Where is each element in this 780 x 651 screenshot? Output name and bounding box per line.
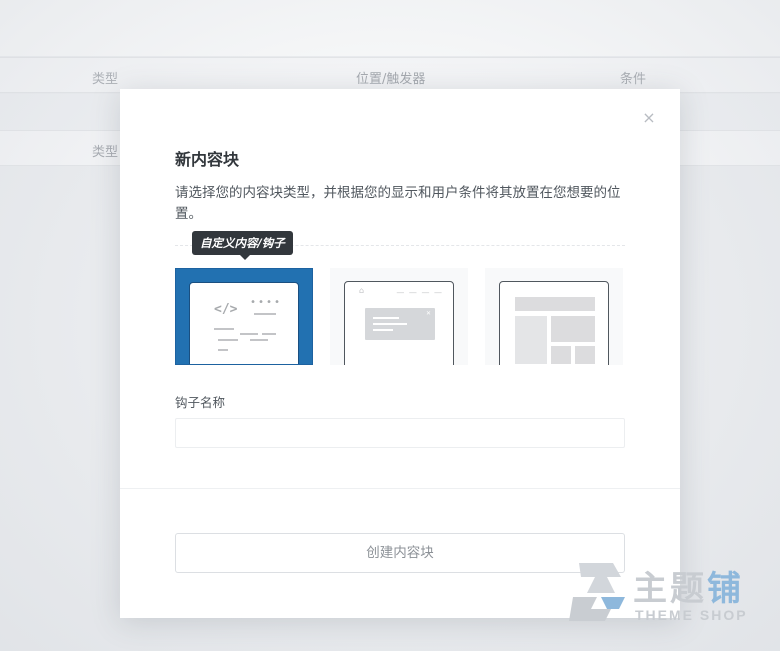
column-type: 类型 <box>92 145 119 160</box>
nav-icon: — — — — <box>396 288 443 297</box>
block-type-card-layout[interactable] <box>485 268 623 365</box>
popup-shape: ✕ <box>365 308 435 340</box>
column-position: 位置/触发器 <box>356 72 426 87</box>
code-icon: </> <box>214 302 238 317</box>
page: 类型 位置/触发器 条件 类型 × 新内容块 请选择您的内容块类型，并根据您的显… <box>0 0 780 651</box>
divider <box>120 488 680 489</box>
watermark-title: 主题铺 <box>633 569 744 609</box>
logo-icon: ⌂ <box>359 286 365 295</box>
column-type: 类型 <box>92 72 119 87</box>
column-condition: 条件 <box>620 72 647 87</box>
watermark-logo-icon <box>569 563 625 621</box>
card-tooltip: 自定义内容/钩子 <box>192 231 293 260</box>
block-type-card-hook[interactable]: </> •••• <box>175 268 313 365</box>
hook-name-input[interactable] <box>175 418 625 448</box>
watermark-subtitle: THEME SHOP <box>635 607 748 623</box>
layout-illustration <box>499 281 609 365</box>
modal-description: 请选择您的内容块类型，并根据您的显示和用户条件将其放置在您想要的位置。 <box>175 185 621 222</box>
create-content-block-button[interactable]: 创建内容块 <box>175 533 625 573</box>
popup-illustration: ⌂ — — — — ✕ <box>344 281 454 365</box>
code-illustration: </> •••• <box>189 282 299 364</box>
new-content-block-modal: × 新内容块 请选择您的内容块类型，并根据您的显示和用户条件将其放置在您想要的位… <box>120 89 680 618</box>
background-header <box>0 0 780 56</box>
dots-decoration: •••• <box>250 297 283 308</box>
block-type-card-popup[interactable]: ⌂ — — — — ✕ <box>330 268 468 365</box>
hook-name-label: 钩子名称 <box>175 395 226 410</box>
close-icon[interactable]: × <box>642 110 656 126</box>
modal-title: 新内容块 <box>175 150 240 169</box>
background-table-row: 类型 位置/触发器 条件 <box>0 57 780 93</box>
watermark: 主题铺 THEME SHOP <box>567 555 767 630</box>
